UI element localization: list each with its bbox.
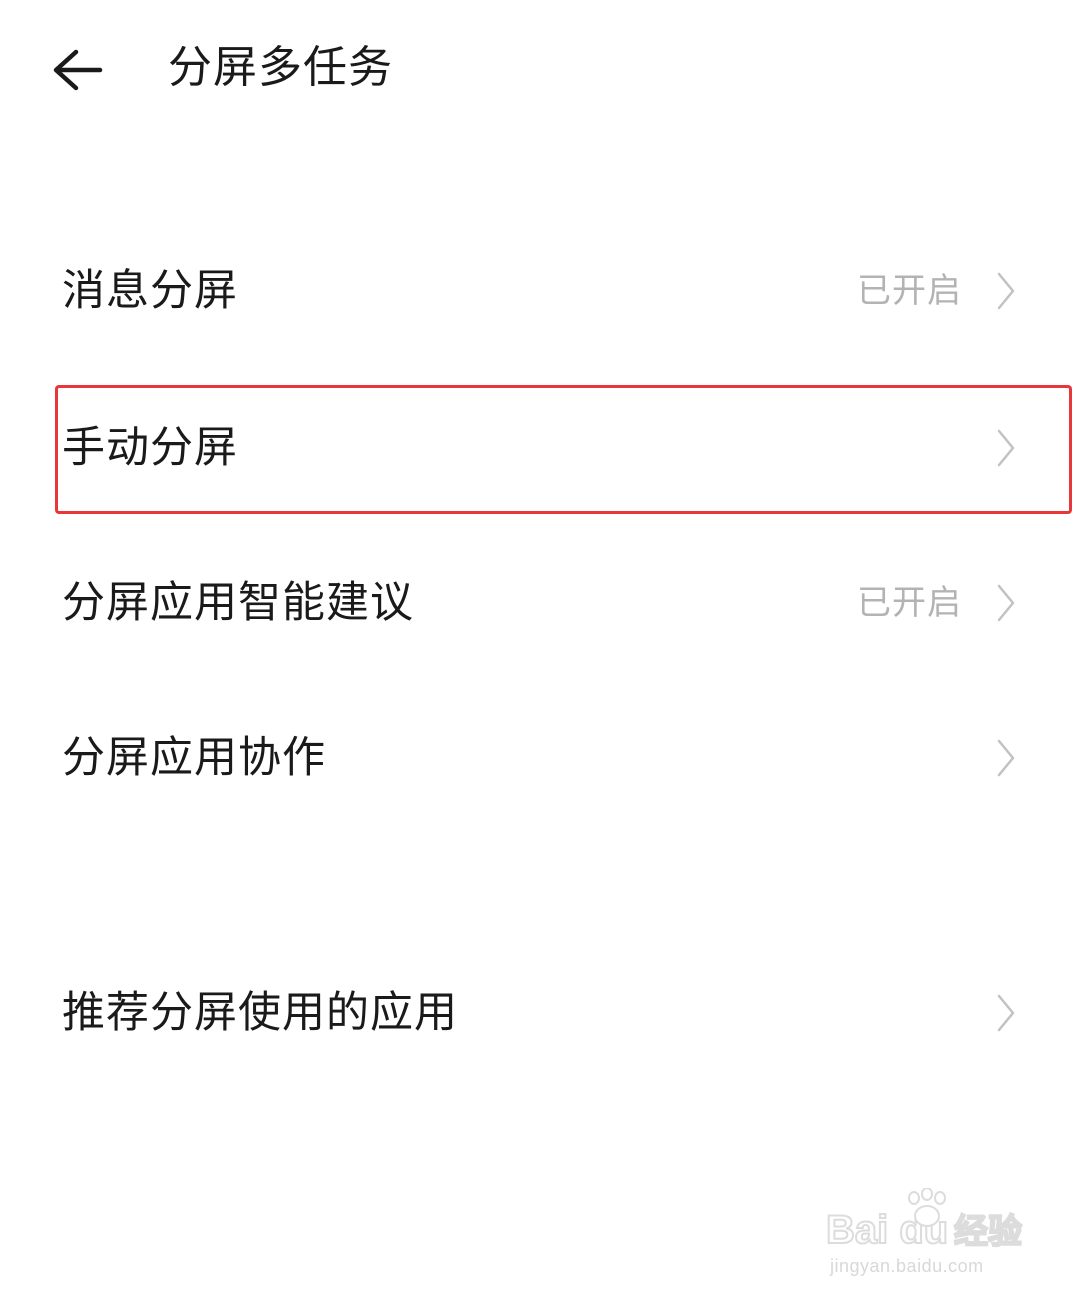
settings-item-recommended-apps[interactable]: 推荐分屏使用的应用 <box>0 948 1080 1078</box>
settings-item-message-split[interactable]: 消息分屏 已开启 <box>0 226 1080 356</box>
watermark-url: jingyan.baidu.com <box>830 1256 984 1276</box>
settings-item-label: 分屏应用协作 <box>62 733 326 783</box>
status-text: 已开启 <box>857 271 962 311</box>
arrow-left-icon <box>53 49 103 91</box>
settings-item-manual-split[interactable]: 手动分屏 <box>0 383 1080 513</box>
settings-item-smart-suggestions[interactable]: 分屏应用智能建议 已开启 <box>0 538 1080 668</box>
chevron-right-icon <box>997 429 1015 467</box>
chevron-right-icon <box>997 994 1015 1032</box>
settings-item-label: 手动分屏 <box>62 423 238 473</box>
status-text: 已开启 <box>857 583 962 623</box>
watermark-product: 经验 <box>953 1211 1023 1253</box>
settings-item-label: 分屏应用智能建议 <box>62 578 414 628</box>
baidu-jingyan-watermark: Bai du 经验 jingyan.baidu.com <box>825 1188 1026 1280</box>
back-button[interactable] <box>36 30 116 110</box>
paw-icon <box>908 1188 946 1227</box>
page-title: 分屏多任务 <box>168 42 393 93</box>
chevron-right-icon <box>997 584 1015 622</box>
top-app-bar: 分屏多任务 <box>0 0 1080 140</box>
settings-item-label: 消息分屏 <box>62 266 238 316</box>
settings-item-label: 推荐分屏使用的应用 <box>62 988 458 1038</box>
chevron-right-icon <box>997 272 1015 310</box>
chevron-right-icon <box>997 739 1015 777</box>
settings-item-app-collaboration[interactable]: 分屏应用协作 <box>0 693 1080 823</box>
